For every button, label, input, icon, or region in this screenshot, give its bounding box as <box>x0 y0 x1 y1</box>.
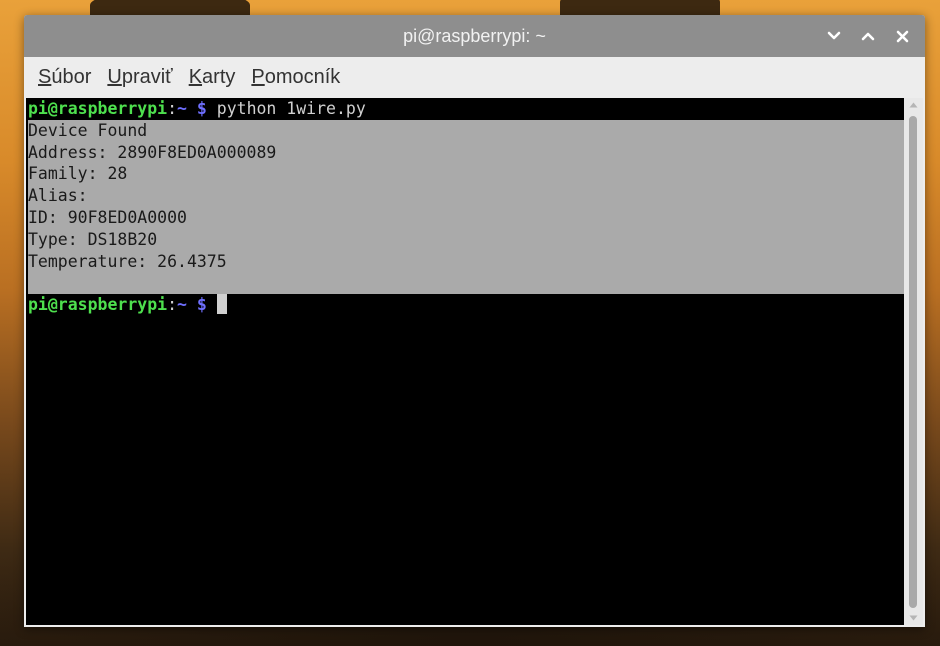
scrollbar-thumb[interactable] <box>909 116 917 608</box>
triangle-up-icon <box>909 102 918 108</box>
prompt-user-host: pi@raspberrypi <box>28 295 168 315</box>
menu-help-label: omocník <box>264 65 341 88</box>
prompt-colon: : <box>167 295 178 315</box>
prompt-path: ~ <box>177 99 187 118</box>
menu-tabs[interactable]: Karty <box>181 66 244 89</box>
close-button[interactable] <box>887 21 917 51</box>
prompt-dollar: $ <box>186 295 217 315</box>
vertical-scrollbar[interactable] <box>904 98 923 625</box>
prompt-colon: : <box>167 99 178 118</box>
current-prompt-line: pi@raspberrypi:~ $ <box>28 294 906 316</box>
menu-file[interactable]: Súbor <box>30 66 99 89</box>
menu-tabs-mnemonic: K <box>188 65 203 88</box>
terminal-output[interactable]: pi@raspberrypi:~ $ python 1wire.py Devic… <box>26 98 906 625</box>
maximize-button[interactable] <box>853 21 883 51</box>
text-cursor <box>216 294 227 315</box>
window-controls <box>819 15 917 57</box>
prompt-user-host: pi@raspberrypi <box>28 99 168 118</box>
triangle-down-icon <box>909 615 918 621</box>
command-text: python 1wire.py <box>216 99 366 118</box>
scroll-down-button[interactable] <box>904 611 923 625</box>
scroll-up-button[interactable] <box>904 98 923 112</box>
output-line: Family: 28 <box>28 163 904 186</box>
prompt-path: ~ <box>177 295 187 315</box>
output-line <box>28 272 904 295</box>
menu-file-label: úbor <box>51 65 92 88</box>
close-icon <box>896 30 908 42</box>
menu-bar: Súbor Upraviť Karty Pomocník <box>24 57 925 97</box>
output-line: Address: 2890F8ED0A000089 <box>28 141 904 164</box>
menu-help-mnemonic: P <box>251 65 265 88</box>
terminal-area[interactable]: pi@raspberrypi:~ $ python 1wire.py Devic… <box>26 98 923 625</box>
output-line: Alias: <box>28 185 904 207</box>
prompt-dollar: $ <box>186 99 217 118</box>
window-title: pi@raspberrypi: ~ <box>403 25 546 46</box>
output-line: Temperature: 26.4375 <box>28 250 904 273</box>
menu-edit-label: praviť <box>121 65 173 88</box>
menu-file-mnemonic: S <box>38 65 52 88</box>
menu-edit[interactable]: Upraviť <box>99 66 180 89</box>
minimize-button[interactable] <box>819 21 849 51</box>
output-line: Device Found <box>28 119 904 142</box>
output-line: ID: 90F8ED0A0000 <box>28 206 904 229</box>
terminal-window: pi@raspberrypi: ~ Súbor Upraviť Karty Po… <box>24 15 925 627</box>
chevron-up-icon <box>861 32 875 41</box>
command-line: pi@raspberrypi:~ $ python 1wire.py <box>28 98 906 120</box>
title-bar[interactable]: pi@raspberrypi: ~ <box>24 15 925 57</box>
chevron-down-icon <box>827 31 841 40</box>
output-line: Type: DS18B20 <box>28 228 904 251</box>
menu-tabs-label: arty <box>202 65 236 88</box>
menu-edit-mnemonic: U <box>107 65 122 88</box>
menu-help[interactable]: Pomocník <box>243 66 348 89</box>
